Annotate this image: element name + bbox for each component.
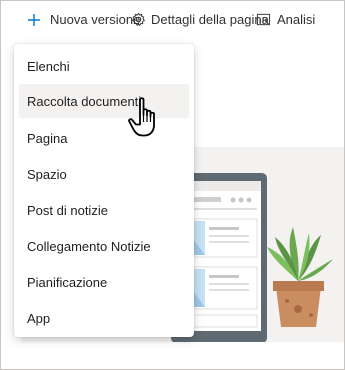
new-dropdown-menu: Elenchi Raccolta documenti Pagina Spazio… <box>14 44 194 337</box>
page-frame: Nuova versione Dettagli della pagina Ana… <box>0 0 345 370</box>
menu-item-pagina[interactable]: Pagina <box>19 121 189 155</box>
menu-item-label: Pianificazione <box>27 274 108 290</box>
command-bar: Nuova versione Dettagli della pagina Ana… <box>1 1 344 41</box>
menu-item-label: App <box>27 310 51 326</box>
hand-pointer-icon <box>128 97 155 137</box>
page-details-label: Dettagli della pagina <box>151 12 269 27</box>
menu-item-label: Collegamento Notizie <box>27 238 151 254</box>
menu-item-label: Raccolta documenti <box>27 93 142 109</box>
menu-item-label: Elenchi <box>27 58 70 74</box>
menu-item-post-di-notizie[interactable]: Post di notizie <box>19 193 189 227</box>
menu-item-raccolta-documenti[interactable]: Raccolta documenti <box>19 84 189 118</box>
new-button-label: Nuova versione <box>50 12 141 27</box>
analytics-label: Analisi <box>277 12 316 27</box>
menu-item-elenchi[interactable]: Elenchi <box>19 49 189 83</box>
menu-item-collegamento-notizie[interactable]: Collegamento Notizie <box>19 229 189 263</box>
menu-item-pianificazione[interactable]: Pianificazione <box>19 265 189 299</box>
page-details-button[interactable]: Dettagli della pagina <box>131 12 269 27</box>
menu-item-label: Spazio <box>27 166 67 182</box>
analytics-button[interactable]: Analisi <box>256 12 315 27</box>
plus-icon <box>28 13 40 26</box>
menu-item-label: Pagina <box>27 130 68 146</box>
menu-item-app[interactable]: App <box>19 301 189 335</box>
menu-item-spazio[interactable]: Spazio <box>19 157 189 191</box>
gear-icon <box>131 12 146 27</box>
menu-item-label: Post di notizie <box>27 202 108 218</box>
chart-icon <box>256 13 271 26</box>
new-button[interactable]: Nuova versione <box>27 12 140 27</box>
